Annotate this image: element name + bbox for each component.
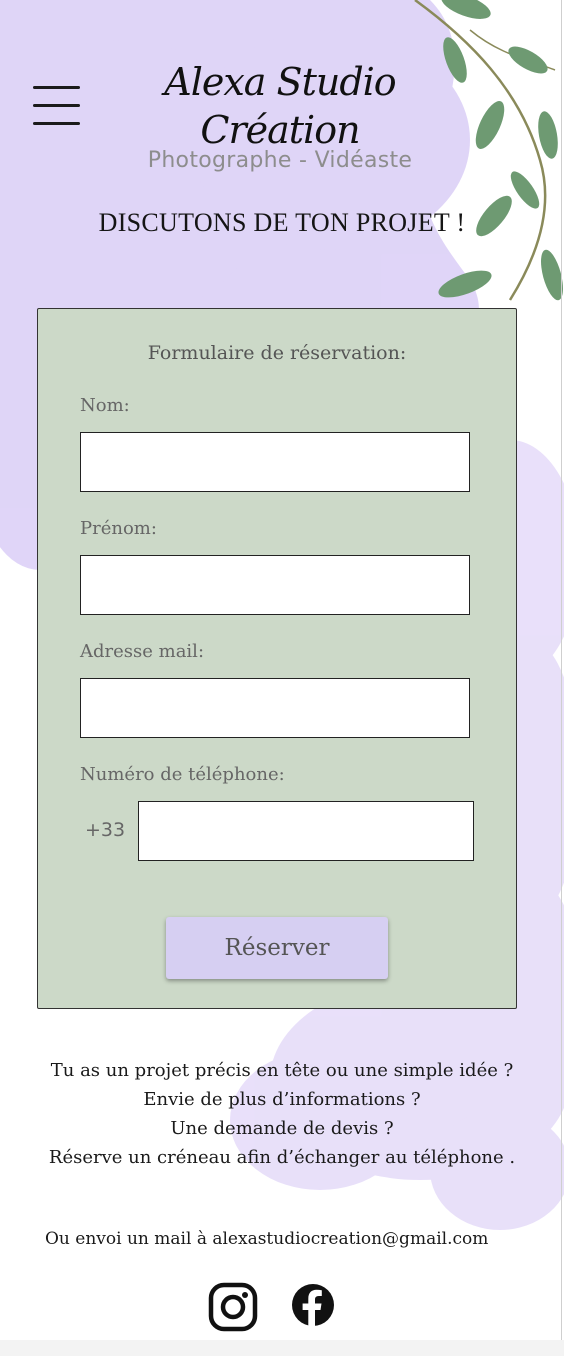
email-label: Adresse mail:	[80, 641, 205, 662]
footer-band	[0, 1340, 564, 1356]
menu-bar	[33, 122, 80, 125]
prenom-label: Prénom:	[80, 518, 157, 539]
instagram-icon[interactable]	[208, 1282, 258, 1332]
info-line: Envie de plus d’informations ?	[143, 1089, 421, 1110]
info-line: Une demande de devis ?	[170, 1118, 394, 1139]
nom-input[interactable]	[80, 432, 470, 492]
reserve-button[interactable]: Réserver	[166, 917, 388, 979]
email-contact-text[interactable]: Ou envoi un mail à alexastudiocreation@g…	[45, 1229, 488, 1249]
hamburger-menu-icon[interactable]	[33, 84, 81, 128]
info-line: Réserve un créneau afin d’échanger au té…	[48, 1147, 516, 1168]
form-title: Formulaire de réservation:	[147, 342, 407, 364]
nom-label: Nom:	[80, 395, 130, 416]
info-line: Tu as un projet précis en tête ou une si…	[50, 1060, 514, 1081]
booking-form: Formulaire de réservation: Nom: Prénom: …	[37, 308, 517, 1009]
brand-title: Alexa Studio Création	[164, 60, 396, 152]
phone-label: Numéro de téléphone:	[80, 764, 285, 785]
info-text: Tu as un projet précis en tête ou une si…	[0, 1056, 564, 1172]
prenom-input[interactable]	[80, 555, 470, 615]
email-input[interactable]	[80, 678, 470, 738]
page-title: DISCUTONS DE TON PROJET !	[98, 208, 466, 237]
phone-country-prefix: +33	[85, 819, 126, 841]
facebook-icon[interactable]	[290, 1282, 336, 1328]
phone-input[interactable]	[138, 801, 474, 861]
menu-bar	[33, 104, 80, 107]
menu-bar	[33, 86, 80, 89]
brand-logo[interactable]: Alexa Studio Création Photographe - Vidé…	[110, 58, 450, 173]
brand-subtitle: Photographe - Vidéaste	[147, 148, 413, 173]
